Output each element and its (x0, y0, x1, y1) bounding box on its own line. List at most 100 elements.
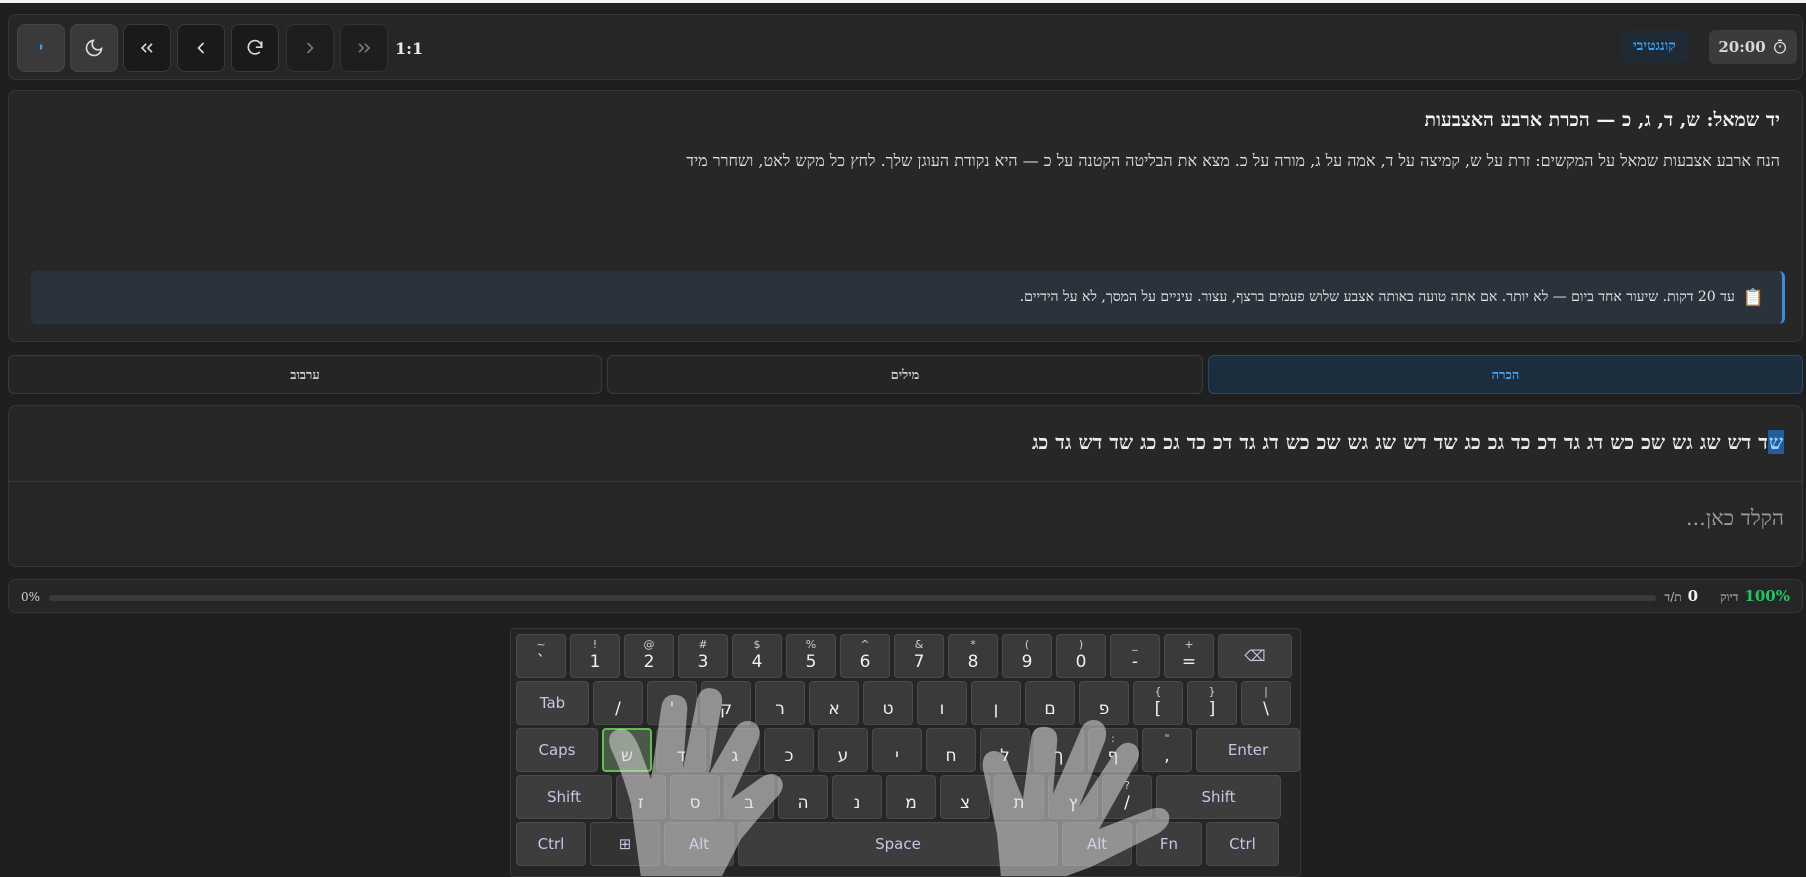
key-row4-7[interactable]: ת (994, 775, 1044, 819)
key-row1-6[interactable]: ^ 6 (840, 634, 890, 678)
key-row2-1[interactable]: ' (647, 681, 697, 725)
key-row3-7[interactable]: ל (980, 728, 1030, 772)
key-row3-1[interactable]: ד (656, 728, 706, 772)
key-row4-0[interactable]: ז (616, 775, 666, 819)
double-chevron-left-icon (140, 43, 153, 53)
fn-key[interactable]: Fn (1136, 822, 1202, 866)
key-row2-12-label: \ (1263, 699, 1269, 719)
first-lesson-button[interactable] (123, 24, 171, 72)
key-row3-0[interactable]: ש (602, 728, 652, 772)
key-row1-7[interactable]: & 7 (894, 634, 944, 678)
key-row1-12[interactable]: + = (1164, 634, 1214, 678)
key-row4-6[interactable]: צ (940, 775, 990, 819)
key-row2-3[interactable]: ר (755, 681, 805, 725)
key-row2-4[interactable]: א (809, 681, 859, 725)
key-row1-0[interactable]: ~ ` (516, 634, 566, 678)
ctrl-right-key[interactable]: Ctrl (1206, 822, 1279, 866)
key-row3-5[interactable]: י (872, 728, 922, 772)
key-row1-12-shift-label: + (1184, 638, 1194, 651)
key-row1-10[interactable]: ) 0 (1056, 634, 1106, 678)
shift-left-key[interactable]: Shift (516, 775, 612, 819)
key-row1-8-label: 8 (967, 652, 979, 672)
key-row3-9[interactable]: :ף (1088, 728, 1138, 772)
tab-key[interactable]: Tab (516, 681, 589, 725)
dark-mode-button[interactable] (70, 24, 118, 72)
key-row1-3[interactable]: #3 (678, 634, 728, 678)
note-text: עד 20 דקות. שיעור אחד ביום — לא יותר. אם… (1019, 289, 1735, 305)
key-row1-1[interactable]: ! 1 (570, 634, 620, 678)
key-row3-9-shift-label: : (1111, 732, 1115, 745)
key-row4-5[interactable]: מ (886, 775, 936, 819)
clipboard-icon: 📋 (1742, 287, 1764, 308)
key-row1-10-label: 0 (1075, 652, 1087, 672)
key-row1-9[interactable]: (9 (1002, 634, 1052, 678)
key-row4-8-label: ץ (1068, 793, 1078, 813)
last-lesson-button[interactable] (340, 24, 388, 72)
key-row2-2[interactable]: ק (701, 681, 751, 725)
key-row1-5[interactable]: % 5 (786, 634, 836, 678)
mode-badge[interactable]: קונגטיבי (1621, 30, 1688, 62)
key-row1-4[interactable]: $4 (732, 634, 782, 678)
tab-intro[interactable]: הכרה (1208, 355, 1803, 394)
alt-right-key[interactable]: Alt (1062, 822, 1132, 866)
key-row4-8[interactable]: ץ (1048, 775, 1098, 819)
key-row3-3[interactable]: כ (764, 728, 814, 772)
key-row2-5[interactable]: ט (863, 681, 913, 725)
key-row2-6[interactable]: ו (917, 681, 967, 725)
key-row1-11[interactable]: _ - (1110, 634, 1160, 678)
tab-words[interactable]: מילים (607, 355, 1203, 394)
target-text: שד דש שג גש שכ כש דג גד דכ כד גכ כג שד ד… (1032, 430, 1784, 455)
next-button[interactable] (286, 24, 334, 72)
key-row2-7[interactable]: ן (971, 681, 1021, 725)
key-row3-8[interactable]: ך (1034, 728, 1084, 772)
wpm-label: ת/ד (1664, 590, 1682, 604)
windows-key[interactable]: ⊞ (590, 822, 660, 866)
key-row1-2[interactable]: @2 (624, 634, 674, 678)
restart-button[interactable] (231, 24, 279, 72)
key-row4-9[interactable]: ? / (1102, 775, 1152, 819)
key-row1-2-shift-label: @ (643, 638, 655, 651)
timer: 20:00 (1709, 30, 1797, 64)
key-row1-11-label: - (1131, 652, 1139, 672)
previous-button[interactable] (177, 24, 225, 72)
key-row2-12[interactable]: | \ (1241, 681, 1291, 725)
key-row1-9-label: 9 (1021, 652, 1033, 672)
key-row3-4[interactable]: ע (818, 728, 868, 772)
space-key[interactable]: Space (738, 822, 1058, 866)
backspace-key[interactable]: ⌫ (1218, 634, 1292, 678)
shift-right-key[interactable]: Shift (1156, 775, 1281, 819)
key-row3-2[interactable]: ג (710, 728, 760, 772)
enter-key[interactable]: Enter (1196, 728, 1300, 772)
alt-left-key[interactable]: Alt (664, 822, 734, 866)
target-rest: ד דש שג גש שכ כש דג גד דכ כד גכ כג שד דש… (1031, 430, 1768, 454)
key-row2-0[interactable]: / (593, 681, 643, 725)
typing-input[interactable] (9, 483, 1802, 566)
key-row1-8[interactable]: * 8 (948, 634, 998, 678)
key-row2-9[interactable]: פ (1079, 681, 1129, 725)
key-row2-8[interactable]: ם (1025, 681, 1075, 725)
fn-key-label: Fn (1159, 835, 1179, 853)
double-chevron-right-icon (358, 43, 371, 53)
key-row4-2[interactable]: ב (724, 775, 774, 819)
key-row4-1[interactable]: ס (670, 775, 720, 819)
key-row1-3-label: 3 (697, 652, 709, 672)
lesson-description: הנח ארבע אצבעות שמאל על המקשים: זרת על ש… (686, 151, 1780, 170)
language-toggle-button[interactable]: י (17, 24, 65, 72)
key-row3-6[interactable]: ח (926, 728, 976, 772)
key-row1-11-shift-label: _ (1132, 638, 1138, 651)
key-row4-3[interactable]: ה (778, 775, 828, 819)
key-row1-1-shift-label: ! (592, 638, 598, 651)
ctrl-left-key[interactable]: Ctrl (516, 822, 586, 866)
key-row2-11[interactable]: }] (1187, 681, 1237, 725)
key-row4-4[interactable]: נ (832, 775, 882, 819)
key-row2-10[interactable]: {[ (1133, 681, 1183, 725)
key-row3-10[interactable]: ", (1142, 728, 1192, 772)
key-row2-7-label: ן (993, 699, 999, 719)
shift-right-key-label: Shift (1201, 788, 1236, 806)
alt-right-key-label: Alt (1086, 835, 1108, 853)
caps-key[interactable]: Caps (516, 728, 598, 772)
tab-mix[interactable]: ערבוב (8, 355, 602, 394)
key-row1-6-label: 6 (859, 652, 871, 672)
key-row4-2-label: ב (744, 793, 754, 813)
typing-input-placeholder: הקלד כאן... (1685, 506, 1784, 530)
